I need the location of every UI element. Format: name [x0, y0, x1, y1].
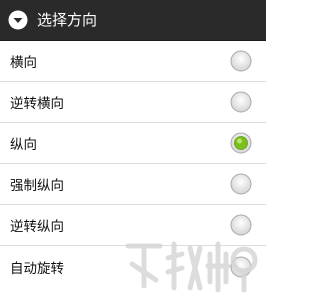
- radio-ring: [230, 214, 252, 236]
- option-label: 强制纵向: [10, 178, 64, 194]
- radio-button[interactable]: [230, 173, 252, 195]
- orientation-options-list: 横向 逆转横向 纵向 强制纵向 逆转纵向 自动旋转: [0, 41, 266, 287]
- radio-button[interactable]: [230, 91, 252, 113]
- option-auto-rotate[interactable]: 自动旋转: [0, 246, 266, 287]
- option-reverse-landscape[interactable]: 逆转横向: [0, 82, 266, 123]
- radio-button[interactable]: [230, 256, 252, 278]
- radio-ring: [230, 50, 252, 72]
- dialog-titlebar: 选择方向: [0, 0, 266, 41]
- option-label: 逆转横向: [10, 96, 64, 112]
- option-reverse-portrait[interactable]: 逆转纵向: [0, 205, 266, 246]
- option-label: 纵向: [10, 137, 37, 153]
- orientation-dialog: 选择方向 横向 逆转横向 纵向 强制纵向 逆转纵向 自动旋转: [0, 0, 266, 298]
- radio-ring: [230, 256, 252, 277]
- option-landscape[interactable]: 横向: [0, 41, 266, 82]
- dialog-title: 选择方向: [37, 11, 98, 29]
- option-label: 逆转纵向: [10, 219, 64, 235]
- radio-button[interactable]: [230, 50, 252, 72]
- radio-button[interactable]: [230, 132, 252, 154]
- option-portrait[interactable]: 纵向: [0, 123, 266, 164]
- radio-button[interactable]: [230, 214, 252, 236]
- option-label: 自动旋转: [10, 260, 64, 277]
- radio-ring: [230, 173, 252, 195]
- chevron-down-circle-icon: [8, 10, 28, 30]
- option-force-portrait[interactable]: 强制纵向: [0, 164, 266, 205]
- option-label: 横向: [10, 55, 37, 71]
- radio-ring: [230, 91, 252, 113]
